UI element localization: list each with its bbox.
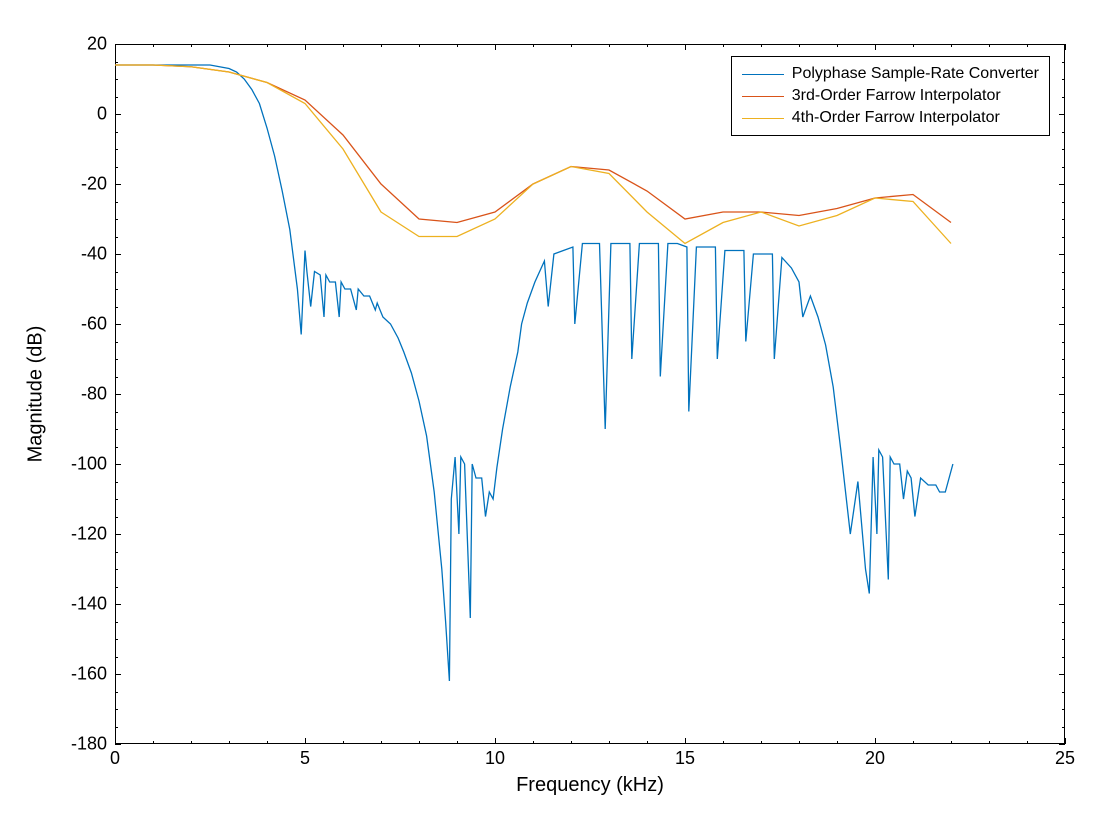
x-axis-label: Frequency (kHz) [516, 774, 664, 797]
series-line [115, 65, 951, 223]
series-svg [0, 0, 1075, 754]
series-line [115, 65, 951, 244]
series-line [115, 65, 953, 681]
figure: Frequency (kHz) Magnitude (dB) Polyphase… [0, 0, 1120, 840]
